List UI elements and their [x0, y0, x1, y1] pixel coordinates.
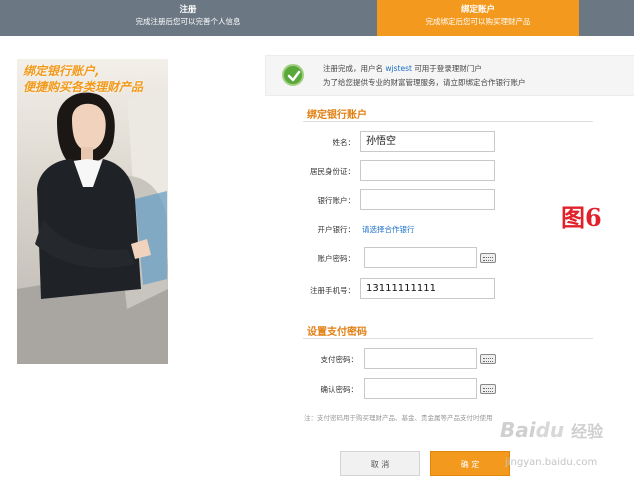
- name-input[interactable]: 孙悟空: [360, 131, 495, 152]
- success-banner: 注册完成，用户名 wjstest 可用于登录理财门户 为了给您提供专业的财富管理…: [265, 55, 634, 96]
- step-register: 注册 完成注册后您可以完善个人信息: [0, 0, 376, 36]
- keyboard-icon[interactable]: [480, 253, 496, 263]
- step-bind-account: 绑定账户 完成绑定后您可以购买理财产品: [377, 0, 579, 36]
- pay-section-title: 设置支付密码: [307, 327, 367, 338]
- promo-line-2: 便捷购买各类理财产品: [23, 80, 144, 94]
- step-bar: 注册 完成注册后您可以完善个人信息 绑定账户 完成绑定后您可以购买理财产品: [0, 0, 634, 36]
- promo-title: 绑定银行账户, 便捷购买各类理财产品: [23, 63, 143, 95]
- pay-password-label: 支付密码：: [320, 355, 359, 364]
- watermark-brand: Bai: [500, 418, 536, 442]
- keyboard-icon[interactable]: [480, 384, 496, 394]
- id-card-input[interactable]: [360, 160, 495, 181]
- phone-label: 注册手机号：: [310, 286, 355, 295]
- bind-section-divider: [303, 121, 593, 122]
- step-register-title: 注册: [179, 5, 197, 15]
- success-check-icon: [282, 64, 304, 86]
- bank-account-label: 银行账户：: [317, 196, 356, 205]
- promo-image: 绑定银行账户, 便捷购买各类理财产品: [17, 59, 168, 364]
- pay-password-note: 注：支付密码用于购买理财产品、基金、贵金属等产品支付时使用: [304, 414, 493, 422]
- select-bank-link[interactable]: 请选择合作银行: [362, 224, 415, 235]
- pay-section-divider: [303, 338, 593, 339]
- step-bind-title: 绑定账户: [460, 5, 495, 15]
- confirm-password-input[interactable]: [364, 378, 477, 399]
- step-register-subtitle: 完成注册后您可以完善个人信息: [135, 17, 241, 26]
- banner-suffix: 可用于登录理财门户: [414, 64, 482, 73]
- promo-line-1: 绑定银行账户,: [23, 64, 100, 78]
- figure-label: 图6: [561, 203, 602, 232]
- banner-username: wjstest: [385, 64, 412, 73]
- watermark-logo: Baidu 经验: [500, 418, 604, 442]
- id-card-label: 居民身份证：: [310, 167, 355, 176]
- keyboard-icon[interactable]: [480, 354, 496, 364]
- cancel-button[interactable]: 取 消: [340, 451, 420, 476]
- banner-line-2: 为了给您提供专业的财富管理服务，请立即绑定合作银行账户: [323, 78, 526, 87]
- confirm-button[interactable]: 确 定: [430, 451, 510, 476]
- bank-label: 开户银行：: [317, 225, 356, 234]
- name-label: 姓名：: [332, 138, 356, 147]
- confirm-password-label: 确认密码：: [320, 385, 359, 394]
- banner-prefix: 注册完成，用户名: [323, 64, 383, 73]
- bank-account-input[interactable]: [360, 189, 495, 210]
- watermark-url: jingyan.baidu.com: [505, 457, 598, 468]
- watermark-suffix: 经验: [571, 422, 604, 441]
- pay-password-input[interactable]: [364, 348, 477, 369]
- banner-line-1: 注册完成，用户名 wjstest 可用于登录理财门户: [323, 63, 482, 74]
- account-password-label: 账户密码：: [317, 254, 356, 263]
- step-bind-subtitle: 完成绑定后您可以购买理财产品: [425, 17, 531, 26]
- bind-section-title: 绑定银行账户: [307, 110, 367, 121]
- woman-with-tablet-illustration: [17, 89, 168, 364]
- account-password-input[interactable]: [364, 247, 477, 268]
- phone-input[interactable]: 13111111111: [360, 278, 495, 299]
